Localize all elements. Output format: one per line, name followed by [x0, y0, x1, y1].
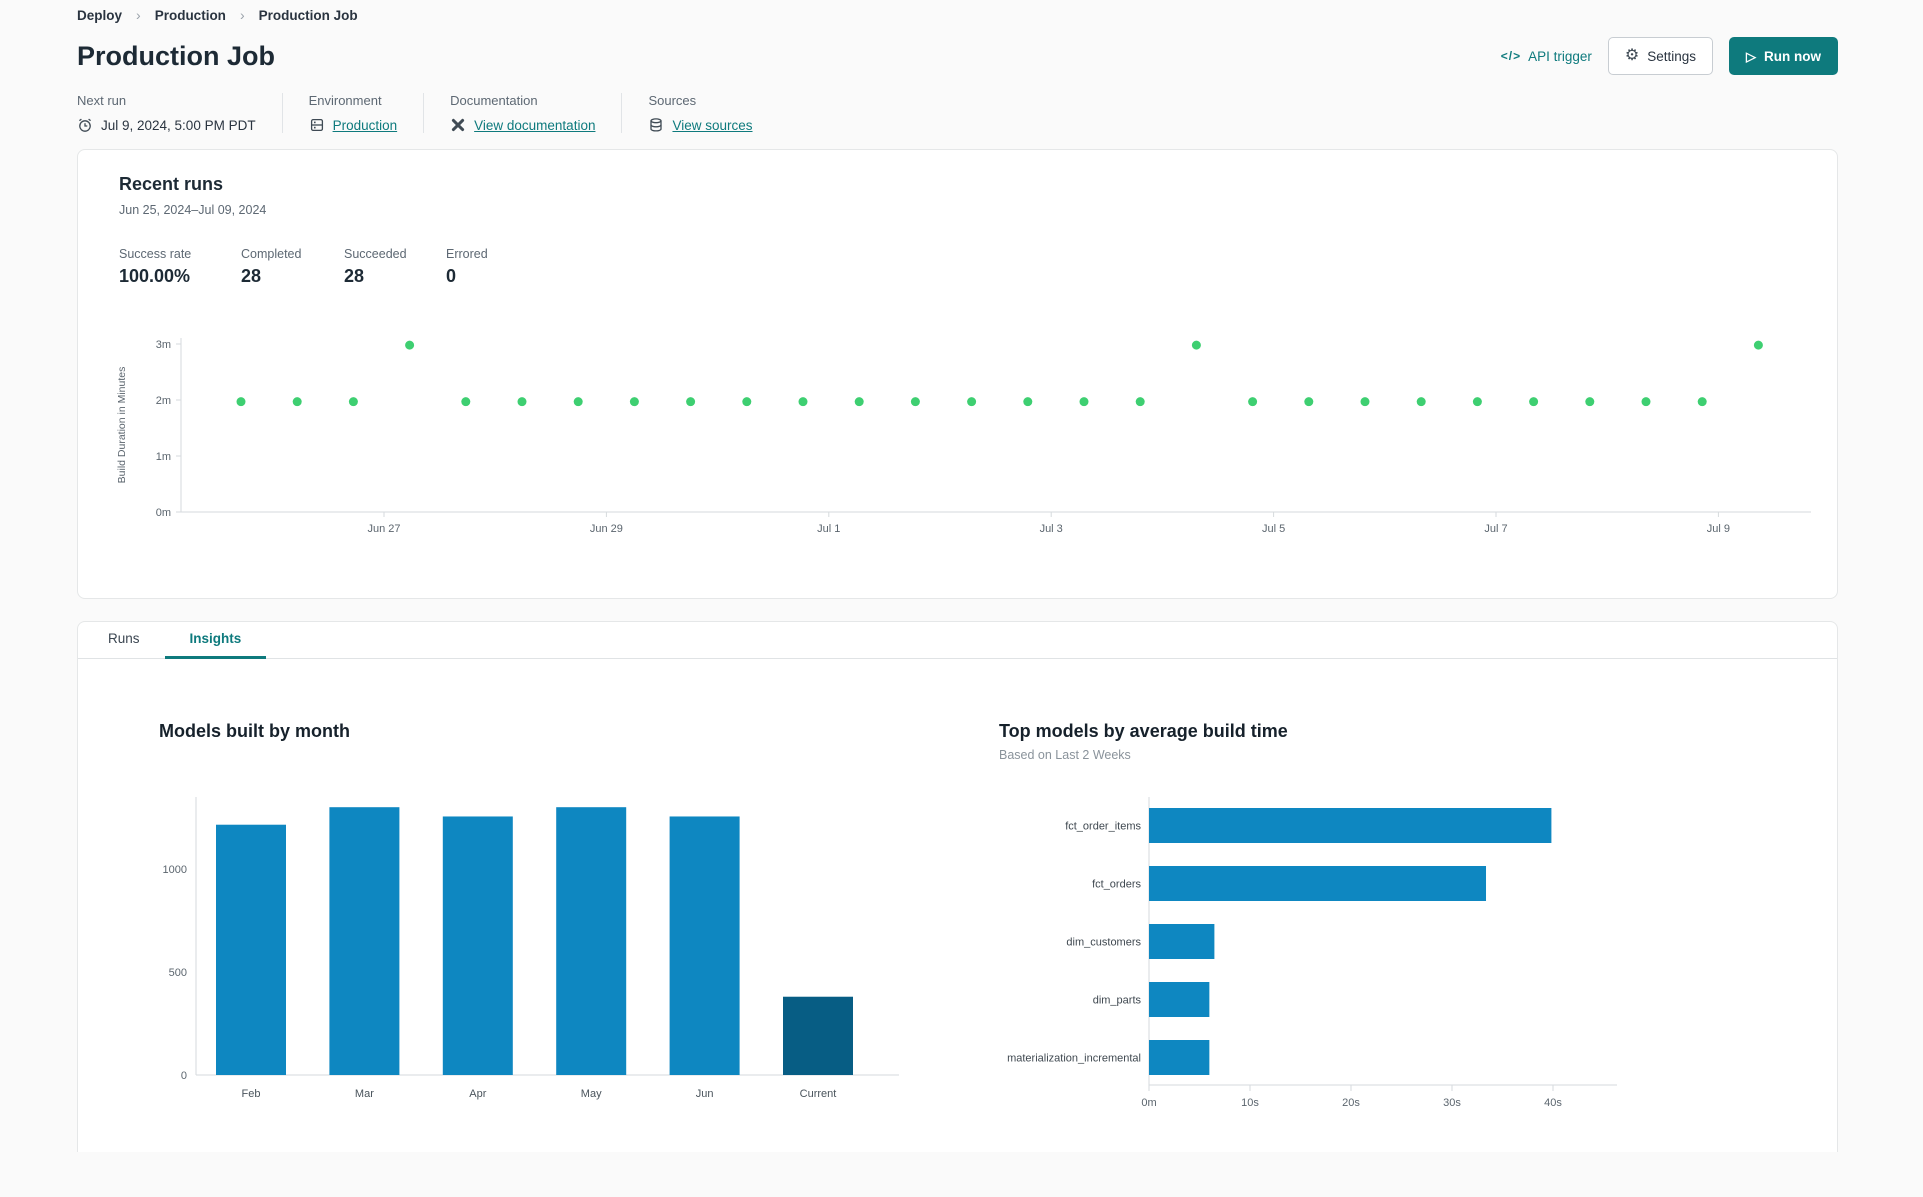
svg-text:May: May: [581, 1088, 602, 1100]
run-now-button-label: Run now: [1764, 48, 1821, 64]
api-trigger-label: API trigger: [1528, 48, 1592, 64]
recent-runs-title: Recent runs: [119, 174, 224, 194]
breadcrumb: Deploy › Production › Production Job: [77, 0, 1838, 23]
stat-completed: Completed 28: [241, 247, 302, 286]
svg-text:Apr: Apr: [469, 1088, 486, 1100]
play-icon: ▷: [1746, 48, 1756, 64]
page: Deploy › Production › Production Job Pro…: [77, 0, 1838, 1152]
chevron-right-icon: ›: [136, 7, 141, 23]
svg-text:0: 0: [181, 1070, 187, 1082]
svg-text:2m: 2m: [156, 395, 171, 407]
run-duration-scatter-chart[interactable]: 0m 1m 2m 3m Build Duration in Minutes Jun 27 J…: [101, 320, 1821, 545]
breadcrumb-deploy[interactable]: Deploy: [77, 8, 122, 23]
svg-text:Jul 3: Jul 3: [1040, 523, 1063, 535]
svg-text:20s: 20s: [1342, 1097, 1360, 1109]
top-models-hbar-chart: 0m 10s 20s 30s 40s fct_order_items fct_ordersd…: [1007, 797, 1617, 1109]
next-run-value: Jul 9, 2024, 5:00 PM PDT: [101, 117, 256, 133]
svg-text:10s: 10s: [1241, 1097, 1259, 1109]
svg-text:Jun 27: Jun 27: [367, 523, 400, 535]
meta-environment: Environment Production: [281, 93, 424, 133]
svg-text:dim_parts: dim_parts: [1093, 995, 1142, 1007]
svg-text:1m: 1m: [156, 451, 171, 463]
svg-text:fct_order_items: fct_order_items: [1065, 821, 1141, 833]
meta-next-run: Next run Jul 9, 2024, 5:00 PM PDT: [77, 93, 282, 133]
page-title: Production Job: [77, 40, 275, 71]
svg-text:40s: 40s: [1544, 1097, 1562, 1109]
models-by-month-title: Models built by month: [159, 721, 350, 741]
svg-text:0m: 0m: [156, 507, 171, 519]
svg-text:materialization_incremental: materialization_incremental: [1007, 1053, 1141, 1065]
svg-text:fct_orders: fct_orders: [1092, 879, 1141, 891]
chevron-right-icon: ›: [239, 7, 245, 23]
meta-sources: Sources View sources: [621, 93, 778, 133]
settings-button[interactable]: ⚙ Settings: [1607, 37, 1713, 75]
job-meta-row: Next run Jul 9, 2024, 5:00 PM PDT Enviro…: [77, 93, 1838, 133]
models-by-month-bar-chart: 0 500 1000 Feb Mar Apr May Jun Current: [163, 797, 899, 1100]
svg-text:Jun: Jun: [696, 1088, 714, 1100]
meta-label: Documentation: [450, 93, 538, 108]
header-actions: </> API trigger ⚙ Settings ▷ Run now: [1501, 37, 1838, 75]
top-models-subtitle: Based on Last 2 Weeks: [999, 748, 1131, 762]
database-icon: [648, 117, 664, 133]
recent-runs-stats: Success rate 100.00% Completed 28 Succee…: [119, 247, 1837, 287]
stat-success-rate: Success rate 100.00%: [119, 247, 192, 286]
environment-icon: [309, 117, 325, 133]
meta-documentation: Documentation View documentation: [423, 93, 621, 133]
environment-link[interactable]: Production: [333, 118, 398, 133]
dbt-docs-icon: [450, 117, 466, 133]
view-sources-link[interactable]: View sources: [672, 118, 752, 133]
tab-strip: Runs Insights: [78, 622, 1837, 659]
meta-label: Environment: [308, 93, 382, 108]
models-by-month-section: Models built by month 0 500 1000 Feb Mar Apr M…: [159, 659, 959, 1123]
svg-text:Build Duration in Minutes: Build Duration in Minutes: [116, 367, 128, 484]
breadcrumb-current-page: Production Job: [258, 7, 358, 23]
svg-text:Jul 1: Jul 1: [817, 523, 840, 535]
svg-text:0m: 0m: [1141, 1097, 1156, 1109]
svg-text:30s: 30s: [1443, 1097, 1461, 1109]
svg-text:Mar: Mar: [355, 1088, 374, 1100]
page-header: Production Job </> API trigger ⚙ Setting…: [77, 37, 1838, 75]
recent-runs-card: Recent runs Jun 25, 2024–Jul 09, 2024 Su…: [77, 149, 1838, 599]
svg-text:dim_customers: dim_customers: [1066, 937, 1141, 949]
svg-text:Feb: Feb: [242, 1088, 261, 1100]
insights-charts: Models built by month 0 500 1000 Feb Mar Apr M…: [78, 659, 1837, 1123]
api-trigger-link[interactable]: </> API trigger: [1501, 49, 1592, 64]
top-models-title: Top models by average build time: [999, 721, 1288, 741]
run-now-button[interactable]: ▷ Run now: [1729, 37, 1838, 75]
code-icon: </>: [1500, 49, 1522, 63]
stat-succeeded: Succeeded 28: [344, 247, 407, 286]
svg-text:Jul 7: Jul 7: [1484, 523, 1507, 535]
tab-insights[interactable]: Insights: [164, 622, 267, 659]
breadcrumb-production[interactable]: Production: [155, 8, 226, 23]
view-documentation-link[interactable]: View documentation: [474, 118, 595, 133]
svg-text:500: 500: [169, 967, 187, 979]
svg-text:3m: 3m: [156, 339, 171, 351]
svg-text:Jun 29: Jun 29: [590, 523, 623, 535]
svg-text:1000: 1000: [163, 864, 187, 876]
alarm-clock-icon: [77, 117, 93, 133]
stat-errored: Errored 0: [446, 247, 488, 286]
gear-icon: ⚙: [1624, 47, 1640, 64]
svg-text:Jul 5: Jul 5: [1262, 523, 1285, 535]
svg-text:Current: Current: [800, 1088, 837, 1100]
meta-label: Sources: [648, 93, 697, 108]
settings-button-label: Settings: [1647, 48, 1696, 64]
top-models-section: Top models by average build time Based o…: [999, 659, 1719, 1123]
tab-runs[interactable]: Runs: [83, 622, 165, 659]
meta-label: Next run: [77, 93, 127, 108]
recent-runs-date-range: Jun 25, 2024–Jul 09, 2024: [119, 203, 267, 217]
insights-card: Runs Insights Models built by month 0 500…: [77, 621, 1838, 1152]
svg-text:Jul 9: Jul 9: [1707, 523, 1730, 535]
